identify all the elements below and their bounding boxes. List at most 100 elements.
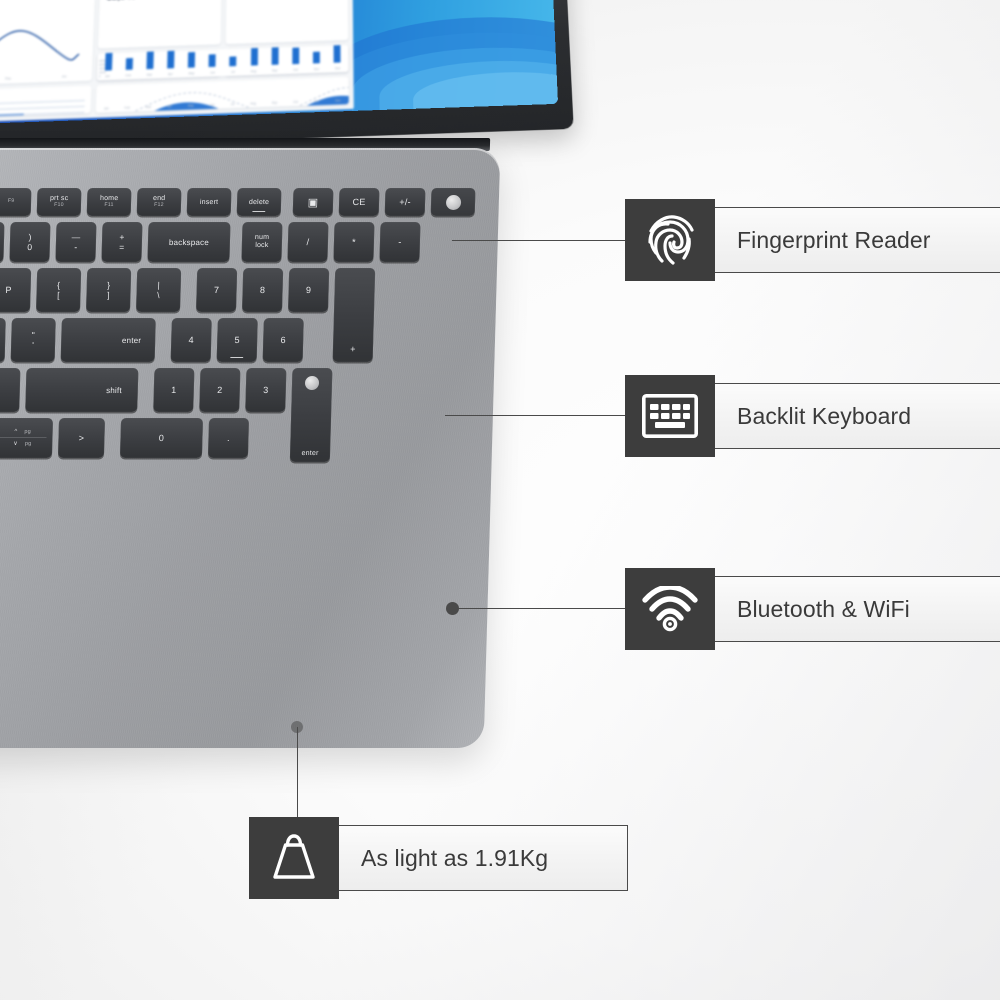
dashboard-area-chart-card: Jan Feb Mar Apr May Jun Jul Aug Sep Oct Nov Dec	[95, 76, 349, 113]
wifi-icon-tile	[625, 568, 715, 650]
wifi-icon	[642, 586, 698, 632]
key-label: enter	[121, 335, 142, 345]
key-shift-label: ?	[0, 380, 1, 390]
key-numpad-5[interactable]: 5	[216, 318, 258, 362]
key-numpad-2[interactable]: 2	[199, 368, 241, 412]
laptop-keyboard: ☼ F7 🖥 F8 F9 prt sc F10 home F11	[0, 188, 476, 462]
arrow-down-pagedown: ∨ pg	[13, 440, 32, 448]
dashboard-progress-card: stats	[0, 85, 92, 124]
key-bracket-right[interactable]: } ]	[86, 268, 132, 312]
key-arrow-up-down[interactable]: ^ pg ∨ pg	[0, 418, 54, 458]
key-label: 4	[188, 335, 194, 345]
key-quote[interactable]: " '	[10, 318, 56, 362]
key-shift-label: —	[71, 231, 81, 242]
key-numpad-4[interactable]: 4	[170, 318, 212, 362]
key-sub-label: F12	[154, 202, 164, 209]
key-bracket-left[interactable]: { [	[36, 268, 82, 312]
key-9[interactable]: ( 9	[0, 222, 5, 262]
bar	[250, 46, 258, 66]
key-label: insert	[199, 198, 219, 206]
key-sub-label: pg	[24, 440, 32, 447]
key-label: end	[152, 195, 166, 203]
key-label: >	[78, 433, 85, 443]
key-print-screen[interactable]: prt sc F10	[36, 188, 82, 216]
key-shift-label: }	[107, 279, 111, 290]
weight-icon-tile	[249, 817, 339, 899]
key-label: backspace	[168, 237, 210, 247]
bar	[146, 44, 155, 70]
dashboard-kpi-card: Check out $1,300	[225, 0, 349, 45]
key-calculator[interactable]: ▣	[292, 188, 334, 216]
key-numpad-3[interactable]: 3	[245, 368, 287, 412]
key-numpad-multiply[interactable]: *	[333, 222, 375, 262]
key-numpad-enter[interactable]: enter	[289, 368, 333, 462]
key-numpad-6[interactable]: 6	[262, 318, 304, 362]
callout-label: Backlit Keyboard	[737, 402, 912, 429]
kpi-value: $2,340	[106, 0, 136, 3]
key-p[interactable]: P	[0, 268, 32, 312]
callout-bluetooth-wifi[interactable]: Bluetooth & WiFi	[625, 568, 1000, 650]
bar	[104, 50, 113, 71]
key-plus-minus[interactable]: +/-	[384, 188, 426, 216]
key-numpad-7[interactable]: 7	[196, 268, 238, 312]
key-ce[interactable]: CE	[338, 188, 380, 216]
dashboard-hero-card: revenue 0 150 MonTueWedThuFri	[0, 0, 96, 91]
key-f9[interactable]: F9	[0, 188, 32, 216]
key-label: prt sc	[49, 195, 69, 203]
key-numpad-9[interactable]: 9	[288, 268, 330, 312]
key-equals[interactable]: + =	[101, 222, 143, 262]
key-0[interactable]: ) 0	[9, 222, 51, 262]
key-numpad-8[interactable]: 8	[242, 268, 284, 312]
key-numpad-divide[interactable]: /	[287, 222, 329, 262]
key-numpad-0[interactable]: 0	[119, 418, 204, 458]
bar	[271, 44, 279, 65]
arrow-up-pageup: ^ pg	[14, 429, 31, 435]
key-label: /	[306, 237, 310, 247]
callout-backlit-keyboard[interactable]: Backlit Keyboard	[625, 375, 1000, 457]
callout-label-box: Bluetooth & WiFi	[714, 576, 1000, 642]
bar	[312, 52, 320, 64]
leader-line-wireless	[452, 608, 627, 610]
bar	[208, 53, 217, 68]
key-numpad-decimal[interactable]: .	[207, 418, 250, 458]
key-shift-label: {	[57, 279, 61, 290]
callout-label-box: Backlit Keyboard	[714, 383, 1000, 449]
key-delete[interactable]: delete	[236, 188, 282, 216]
callout-fingerprint-reader[interactable]: Fingerprint Reader	[625, 199, 1000, 281]
leader-line-weight	[297, 727, 299, 819]
key-label: 2	[217, 385, 223, 395]
callout-weight[interactable]: As light as 1.91Kg	[249, 817, 628, 899]
weight-icon	[273, 834, 315, 879]
key-label: .	[226, 433, 230, 443]
key-numpad-plus[interactable]: +	[332, 268, 376, 362]
key-right-shift[interactable]: shift	[25, 368, 139, 412]
bar	[333, 44, 341, 63]
key-insert[interactable]: insert	[186, 188, 232, 216]
key-numpad-minus[interactable]: -	[379, 222, 421, 262]
key-label: shift	[106, 385, 122, 395]
key-sub-label: F10	[54, 202, 64, 209]
key-minus[interactable]: — -	[55, 222, 97, 262]
callout-label: As light as 1.91Kg	[361, 844, 549, 871]
key-backslash[interactable]: | \	[136, 268, 182, 312]
bar	[188, 52, 196, 68]
key-label: -	[398, 237, 402, 247]
key-arrow-right[interactable]: >	[57, 418, 106, 458]
key-sub-label: F11	[104, 202, 114, 209]
key-slash[interactable]: ? /	[0, 368, 21, 412]
key-num-lock[interactable]: num lock	[241, 222, 283, 262]
key-enter[interactable]: enter	[60, 318, 156, 362]
callout-label: Fingerprint Reader	[737, 226, 931, 253]
key-backspace[interactable]: backspace	[147, 222, 231, 262]
key-homing-bar	[230, 356, 244, 358]
power-button-fingerprint-reader[interactable]	[430, 188, 476, 216]
key-label: enter	[301, 450, 319, 457]
key-label: +/-	[399, 196, 411, 207]
key-label: 7	[213, 285, 220, 295]
key-numpad-1[interactable]: 1	[153, 368, 195, 412]
key-label: home	[99, 195, 119, 203]
key-end[interactable]: end F12	[136, 188, 182, 216]
key-home[interactable]: home F11	[86, 188, 132, 216]
key-semicolon[interactable]: : ;	[0, 318, 6, 362]
key-label: delete	[248, 198, 270, 206]
